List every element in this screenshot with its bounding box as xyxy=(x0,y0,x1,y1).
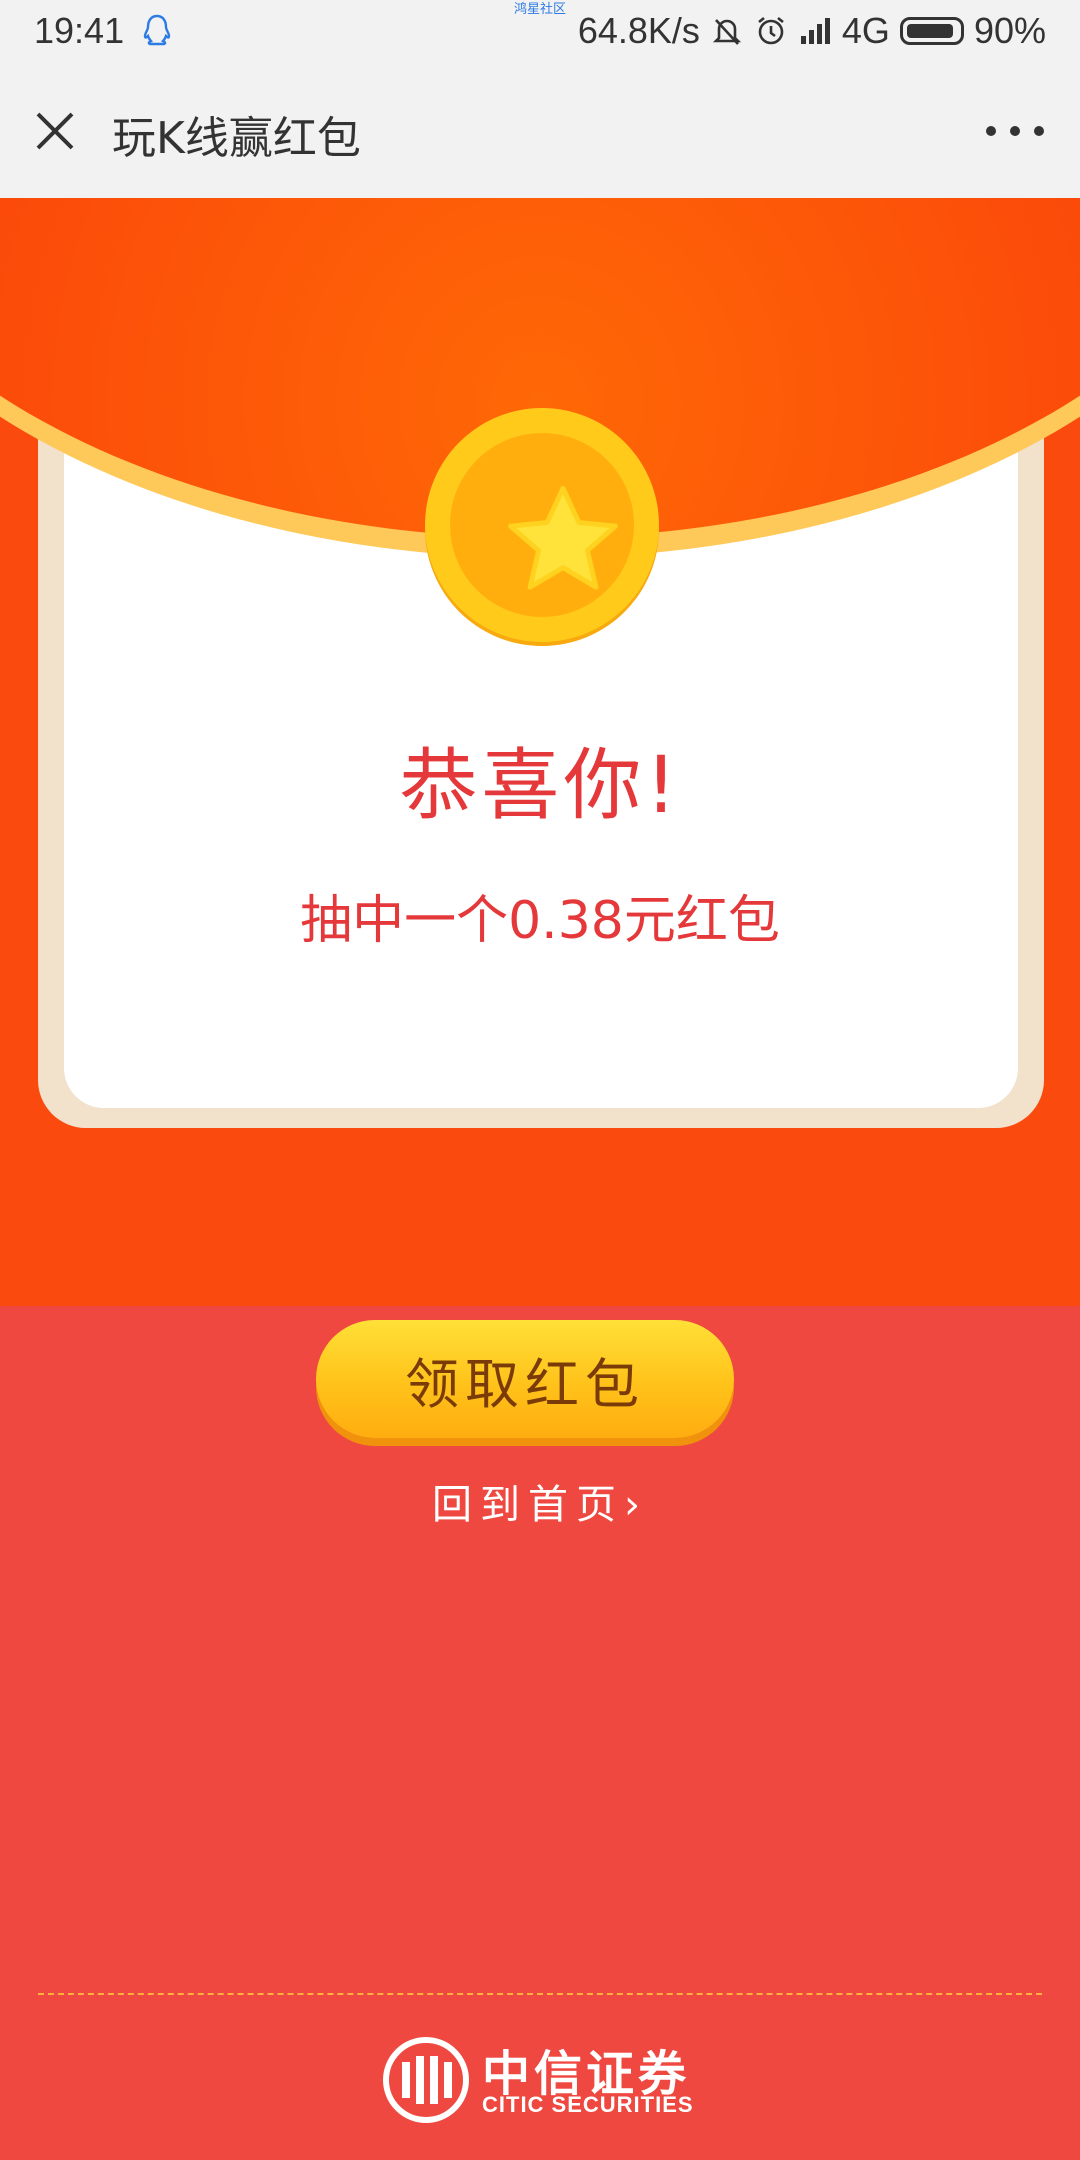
network-speed: 64.8K/s xyxy=(577,10,700,51)
more-menu-icon[interactable] xyxy=(986,122,1044,140)
battery-icon xyxy=(899,17,964,45)
close-icon[interactable] xyxy=(32,108,78,154)
page-title: 玩K线赢红包 xyxy=(112,113,361,164)
coin-icon xyxy=(425,408,659,642)
chevron-right-icon: › xyxy=(624,1482,648,1528)
claim-red-packet-button[interactable]: 领取红包 xyxy=(316,1320,734,1438)
battery-percent: 90% xyxy=(973,10,1046,51)
network-type: 4G xyxy=(841,10,890,51)
alarm-icon xyxy=(758,16,784,45)
congrats-heading: 恭喜你! xyxy=(399,741,681,831)
status-right-group: 64.8K/s 4G 90% xyxy=(578,10,1046,52)
prize-text: 抽中一个0.38元红包 xyxy=(300,891,780,951)
back-to-home-link[interactable]: 回到首页› xyxy=(0,1472,1080,1530)
brand-name-en: CITIC SECURITIES xyxy=(482,2092,694,2117)
citic-securities-logo: 中信证券 CITIC SECURITIES xyxy=(382,2036,702,2126)
status-tiny-label: 鸿星社区 xyxy=(514,2,567,17)
qq-icon xyxy=(143,14,171,46)
status-bar: 19:41 鸿星社区 64.8K/s 4G 90% xyxy=(0,0,1080,64)
footer-divider xyxy=(38,1993,1042,1995)
title-bar: 玩K线赢红包 xyxy=(0,64,1080,198)
red-envelope-banner: 恭喜你! 抽中一个0.38元红包 xyxy=(0,198,1080,1306)
star-icon xyxy=(508,485,618,590)
citic-logo-icon xyxy=(383,2037,469,2123)
signal-icon xyxy=(800,18,830,44)
mute-bell-icon xyxy=(712,19,742,45)
status-time: 19:41 xyxy=(34,10,125,51)
home-link-label: 回到首页 xyxy=(432,1482,624,1528)
